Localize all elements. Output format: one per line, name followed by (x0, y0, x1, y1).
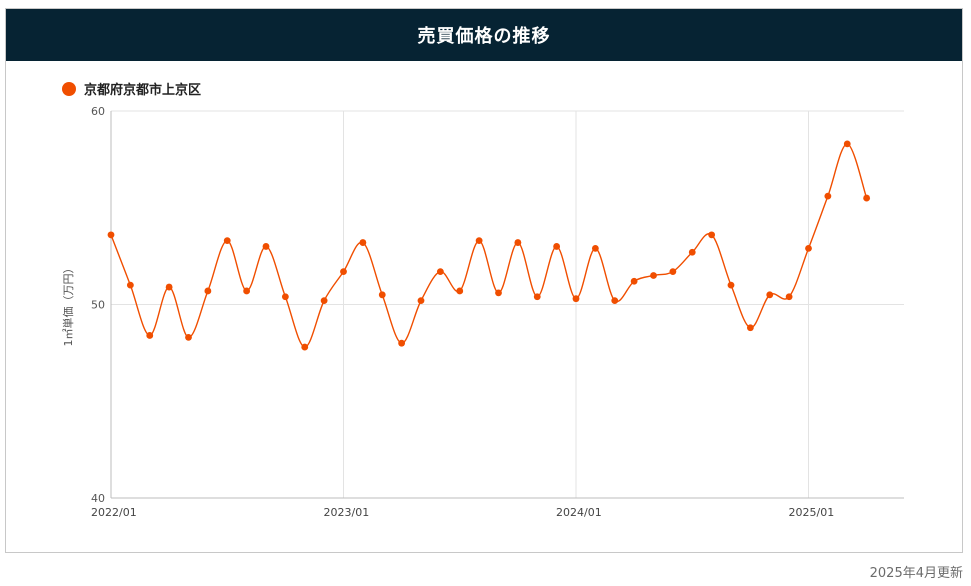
data-point (495, 289, 502, 297)
update-note: 2025年4月更新 (869, 566, 963, 581)
data-point (572, 295, 580, 303)
series-line (110, 143, 868, 348)
data-point (165, 283, 173, 291)
data-point (843, 140, 851, 148)
data-point (688, 248, 696, 256)
data-point (611, 297, 619, 305)
data-point (805, 244, 812, 252)
data-point (281, 293, 289, 301)
x-tick-label: 2023/01 (324, 506, 370, 519)
data-point (107, 231, 115, 239)
data-point (553, 243, 561, 250)
data-point (863, 194, 871, 202)
data-point (533, 293, 541, 301)
x-tick-label: 2022/01 (91, 506, 137, 519)
data-point (436, 268, 444, 276)
data-point (785, 293, 793, 301)
data-point (185, 333, 192, 341)
data-point (204, 287, 212, 295)
y-tick-label: 50 (91, 299, 105, 312)
data-point (456, 287, 464, 295)
data-point (591, 244, 599, 252)
chart-panel: 売買価格の推移 京都府京都市上京区 40 50 60 2022/01 2023/01 20… (5, 8, 963, 553)
line-chart: 40 50 60 2022/01 2023/01 2024/01 2025/01 1㎡単価（… (61, 105, 904, 519)
data-point (223, 237, 231, 245)
y-tick-label: 60 (91, 105, 105, 118)
data-point (746, 324, 754, 332)
data-point (243, 287, 251, 295)
data-point (727, 281, 735, 289)
grid-lines (110, 110, 904, 499)
data-point (301, 343, 309, 351)
series-line-group (110, 143, 868, 348)
x-tick-label: 2024/01 (556, 506, 602, 519)
data-point (340, 268, 347, 276)
data-point (514, 239, 522, 246)
data-point (475, 237, 483, 245)
data-point (650, 272, 657, 279)
y-tick-label: 40 (91, 492, 105, 505)
data-point (320, 297, 328, 305)
data-point (766, 291, 774, 299)
data-point (126, 281, 134, 289)
axes: 40 50 60 2022/01 2023/01 2024/01 2025/01 (91, 105, 904, 519)
data-point (146, 332, 154, 339)
series-points-group (107, 140, 871, 351)
data-point (708, 231, 716, 239)
data-point (824, 192, 832, 200)
data-point (417, 297, 425, 305)
x-tick-label: 2025/01 (789, 506, 835, 519)
y-axis-label: 1㎡単価（万円） (61, 263, 75, 347)
data-point (669, 268, 677, 276)
data-point (359, 239, 367, 246)
data-point (398, 339, 406, 347)
data-point (630, 277, 638, 285)
data-point (262, 243, 270, 250)
data-point (378, 291, 386, 299)
